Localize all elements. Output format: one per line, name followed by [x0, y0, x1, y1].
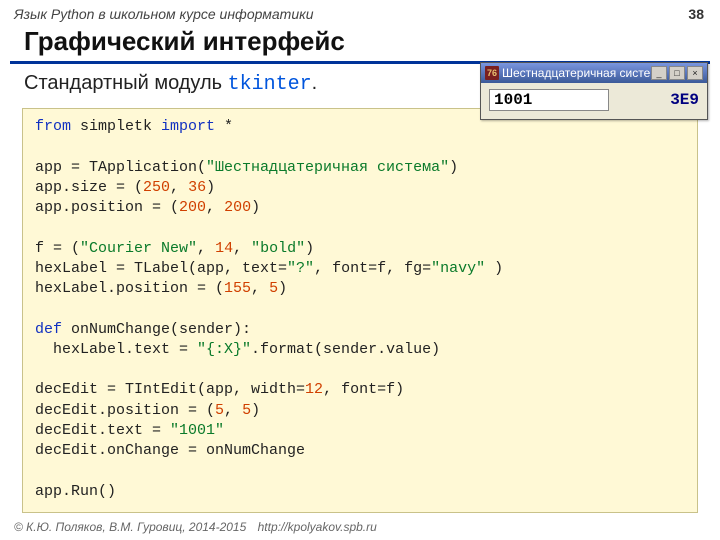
footer-link[interactable]: http://kpolyakov.spb.ru	[258, 520, 377, 534]
subtitle-module: tkinter	[228, 73, 312, 96]
window-caption: Шестнадцатеричная систем	[502, 66, 651, 80]
minimize-button[interactable]: _	[651, 66, 667, 80]
course-header: Язык Python в школьном курсе информатики	[0, 0, 720, 24]
window-buttons: _ □ ×	[651, 66, 703, 80]
slide: Язык Python в школьном курсе информатики…	[0, 0, 720, 540]
copyright-text: © К.Ю. Поляков, В.М. Гуровиц, 2014-2015	[14, 520, 246, 534]
demo-window: 76 Шестнадцатеричная систем _ □ × 3E9	[480, 62, 708, 120]
decimal-input[interactable]	[489, 89, 609, 111]
hex-output-label: 3E9	[609, 91, 699, 109]
maximize-button[interactable]: □	[669, 66, 685, 80]
subtitle-suffix: .	[312, 72, 318, 94]
window-body: 3E9	[481, 83, 707, 119]
slide-title: Графический интерфейс	[10, 24, 710, 64]
course-title: Язык Python в школьном курсе информатики	[14, 6, 314, 22]
subtitle-prefix: Стандартный модуль	[24, 72, 228, 94]
code-block: from simpletk import * app = TApplicatio…	[22, 108, 698, 513]
footer: © К.Ю. Поляков, В.М. Гуровиц, 2014-2015 …	[14, 520, 377, 534]
window-titlebar[interactable]: 76 Шестнадцатеричная систем _ □ ×	[481, 63, 707, 83]
page-number: 38	[688, 6, 704, 22]
window-app-icon: 76	[485, 66, 499, 80]
close-button[interactable]: ×	[687, 66, 703, 80]
